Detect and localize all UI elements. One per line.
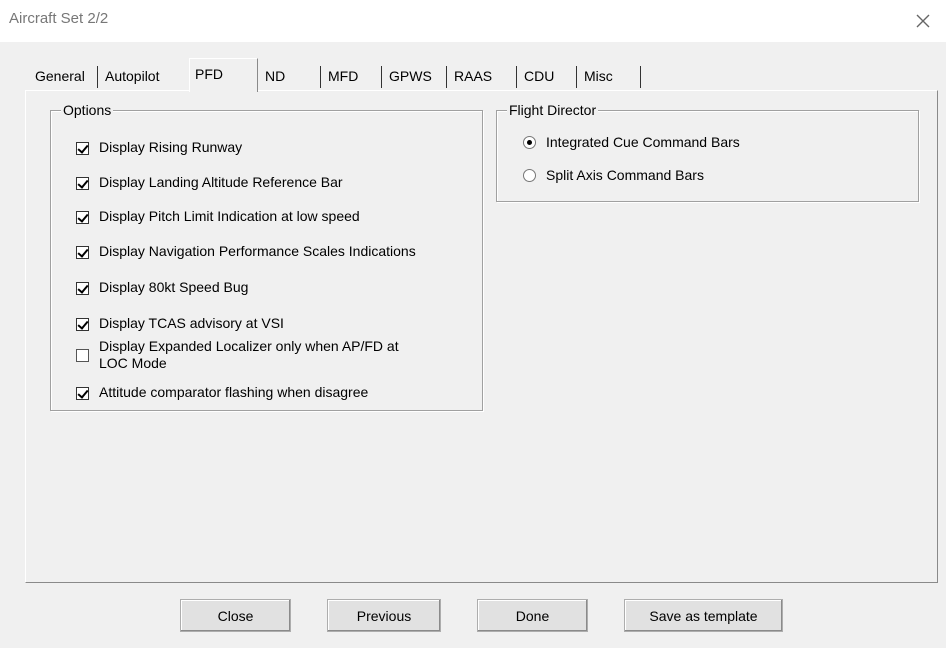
tab-separator: [446, 66, 447, 88]
tab-label: MFD: [328, 68, 359, 84]
window-title: Aircraft Set 2/2: [9, 10, 109, 27]
tab-separator: [381, 66, 382, 88]
option-label-multiline: Display Expanded Localizer only when AP/…: [99, 338, 399, 372]
close-button[interactable]: Close: [180, 599, 291, 632]
tab-label: Autopilot: [105, 68, 160, 84]
done-button[interactable]: Done: [477, 599, 588, 632]
tab-cdu[interactable]: CDU: [519, 62, 571, 90]
pfd-tab-panel: Options Display Rising Runway Display La…: [25, 90, 938, 583]
option-80kt-speed-bug[interactable]: Display 80kt Speed Bug: [76, 279, 248, 296]
option-nav-performance-scales[interactable]: Display Navigation Performance Scales In…: [76, 243, 416, 260]
close-icon[interactable]: [912, 10, 934, 32]
tab-label: PFD: [195, 66, 223, 82]
options-group-title: Options: [61, 101, 114, 119]
flight-director-group-title: Flight Director: [507, 101, 599, 119]
tab-nd[interactable]: ND: [260, 62, 318, 90]
option-label: Display Pitch Limit Indication at low sp…: [99, 208, 360, 224]
title-bar: Aircraft Set 2/2: [0, 0, 946, 42]
tab-autopilot[interactable]: Autopilot: [100, 62, 184, 90]
tab-misc[interactable]: Misc: [579, 62, 637, 90]
option-label-line2: LOC Mode: [99, 355, 167, 371]
tab-raas[interactable]: RAAS: [449, 62, 511, 90]
checkbox-checked[interactable]: [76, 387, 89, 400]
option-label: Display Landing Altitude Reference Bar: [99, 174, 343, 190]
checkbox-checked[interactable]: [76, 142, 89, 155]
option-pitch-limit[interactable]: Display Pitch Limit Indication at low sp…: [76, 208, 360, 225]
radio-label: Split Axis Command Bars: [546, 167, 704, 183]
option-label: Display 80kt Speed Bug: [99, 279, 249, 295]
option-expanded-localizer[interactable]: Display Expanded Localizer only when AP/…: [76, 338, 399, 372]
tab-label: General: [35, 68, 85, 84]
options-groupbox: Options Display Rising Runway Display La…: [50, 101, 483, 411]
checkbox-checked[interactable]: [76, 318, 89, 331]
tab-separator: [576, 66, 577, 88]
checkbox-checked[interactable]: [76, 282, 89, 295]
tab-label: Misc: [584, 68, 613, 84]
radio-integrated-cue[interactable]: Integrated Cue Command Bars: [523, 134, 740, 151]
tab-general[interactable]: General: [30, 62, 96, 90]
tab-separator: [320, 66, 321, 88]
radio-split-axis[interactable]: Split Axis Command Bars: [523, 167, 704, 184]
flight-director-groupbox: Flight Director Integrated Cue Command B…: [496, 101, 919, 202]
option-attitude-comparator[interactable]: Attitude comparator flashing when disagr…: [76, 384, 368, 401]
radio-label: Integrated Cue Command Bars: [546, 134, 740, 150]
tab-label: GPWS: [389, 68, 432, 84]
tab-separator: [97, 66, 98, 88]
tab-label: CDU: [524, 68, 555, 84]
checkbox-checked[interactable]: [76, 246, 89, 259]
tab-label: ND: [265, 68, 286, 84]
tab-separator: [516, 66, 517, 88]
tab-separator: [640, 66, 641, 88]
option-label: Display Navigation Performance Scales In…: [99, 243, 416, 259]
radio-selected[interactable]: [523, 136, 536, 149]
option-label-line1: Display Expanded Localizer only when AP/…: [99, 338, 399, 354]
tab-gpws[interactable]: GPWS: [384, 62, 444, 90]
option-landing-altitude-bar[interactable]: Display Landing Altitude Reference Bar: [76, 174, 343, 191]
option-label: Display TCAS advisory at VSI: [99, 315, 284, 331]
previous-button[interactable]: Previous: [327, 599, 441, 632]
checkbox-checked[interactable]: [76, 211, 89, 224]
tab-label: RAAS: [454, 68, 493, 84]
option-label: Attitude comparator flashing when disagr…: [99, 384, 369, 400]
option-rising-runway[interactable]: Display Rising Runway: [76, 139, 242, 156]
checkbox-checked[interactable]: [76, 177, 89, 190]
checkbox-unchecked[interactable]: [76, 349, 89, 362]
option-tcas-advisory[interactable]: Display TCAS advisory at VSI: [76, 315, 284, 332]
tab-mfd[interactable]: MFD: [323, 62, 377, 90]
tab-pfd[interactable]: PFD: [189, 58, 258, 92]
radio-unselected[interactable]: [523, 169, 536, 182]
option-label: Display Rising Runway: [99, 139, 243, 155]
save-as-template-button[interactable]: Save as template: [624, 599, 783, 632]
